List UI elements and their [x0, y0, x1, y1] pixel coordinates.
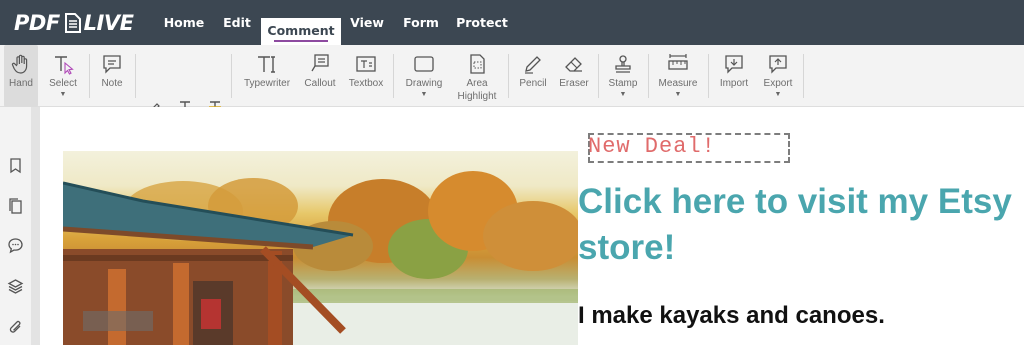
drawing-tool-button[interactable]: Drawing ▼ — [402, 45, 446, 107]
toolbar-divider — [135, 54, 136, 98]
photo-illustration — [63, 171, 578, 345]
tab-comment[interactable]: Comment — [261, 18, 341, 45]
app-logo[interactable]: PDF LIVE — [14, 11, 134, 35]
measure-tool-button[interactable]: Measure ▼ — [655, 45, 701, 107]
eraser-label: Eraser — [559, 78, 589, 89]
hand-icon — [11, 54, 28, 74]
export-comments-button[interactable]: Export ▼ — [759, 45, 797, 107]
comments-icon[interactable] — [7, 237, 24, 254]
logo-prefix: PDF — [14, 11, 60, 35]
text-select-icon — [55, 56, 74, 75]
toolbar-divider — [708, 54, 709, 98]
tab-edit[interactable]: Edit — [216, 0, 258, 45]
sidebar-resize-handle[interactable] — [31, 107, 40, 345]
measure-label: Measure — [658, 78, 698, 89]
toolbar-divider — [648, 54, 649, 98]
callout-label: Callout — [304, 78, 336, 89]
typewriter-icon — [258, 56, 275, 73]
tab-form[interactable]: Form — [398, 0, 444, 45]
document-subtext: I make kayaks and canoes. — [578, 302, 885, 329]
stamp-dropdown-caret[interactable]: ▼ — [620, 91, 627, 98]
textbox-tool-button[interactable]: Textbox — [346, 45, 386, 107]
callout-icon — [311, 54, 329, 72]
tab-view[interactable]: View — [345, 0, 389, 45]
eraser-tool-button[interactable]: Eraser — [556, 45, 592, 107]
drawing-dropdown-caret[interactable]: ▼ — [421, 91, 428, 98]
select-dropdown-caret[interactable]: ▼ — [60, 91, 67, 98]
area-highlight-tool-button[interactable]: Area Highlight — [454, 45, 500, 107]
layers-icon[interactable] — [7, 278, 24, 295]
pencil-icon — [525, 56, 541, 74]
callout-tool-button[interactable]: Callout — [300, 45, 340, 107]
comment-toolbar: Hand Select ▼ Note Typewriter Callout Te… — [0, 45, 1024, 141]
left-sidebar — [0, 107, 31, 345]
toolbar-divider — [231, 54, 232, 98]
stamp-icon — [615, 55, 631, 73]
toolbar-divider — [89, 54, 90, 98]
new-deal-annotation-text[interactable]: New Deal! — [588, 134, 716, 159]
headline-line-2: store! — [578, 228, 676, 267]
top-bar: PDF LIVE Home Edit Comment View Form Pro… — [0, 0, 1024, 45]
logo-suffix: LIVE — [83, 11, 134, 35]
tab-protect[interactable]: Protect — [452, 0, 512, 45]
export-dropdown-caret[interactable]: ▼ — [775, 91, 782, 98]
drawing-label: Drawing — [405, 78, 443, 89]
export-icon — [769, 55, 787, 74]
hand-tool-button[interactable]: Hand — [4, 45, 38, 107]
typewriter-tool-button[interactable]: Typewriter — [240, 45, 294, 107]
toolbar-divider — [803, 54, 804, 98]
textbox-label: Textbox — [348, 78, 384, 89]
pencil-tool-button[interactable]: Pencil — [516, 45, 550, 107]
stamp-tool-button[interactable]: Stamp ▼ — [605, 45, 641, 107]
note-label: Note — [101, 78, 123, 89]
headline-line-1: Click here to visit my Etsy — [578, 182, 1012, 221]
export-label: Export — [763, 78, 793, 89]
pencil-label: Pencil — [519, 78, 547, 89]
hand-label: Hand — [9, 78, 33, 89]
lake-boathouse-photo — [63, 151, 578, 345]
area-highlight-label-line1: Area — [466, 78, 488, 89]
import-comments-button[interactable]: Import — [715, 45, 753, 107]
bookmark-icon[interactable] — [7, 157, 24, 174]
toolbar-divider — [508, 54, 509, 98]
toolbar-divider — [393, 54, 394, 98]
logo-document-icon — [64, 13, 81, 33]
etsy-link-headline[interactable]: Click here to visit my Etsy store! — [578, 179, 1018, 271]
ruler-icon — [668, 54, 688, 70]
tab-home[interactable]: Home — [160, 0, 208, 45]
textbox-icon — [356, 56, 376, 72]
stamp-label: Stamp — [608, 78, 638, 89]
toolbar-divider — [598, 54, 599, 98]
typewriter-label: Typewriter — [243, 78, 291, 89]
measure-dropdown-caret[interactable]: ▼ — [675, 91, 682, 98]
note-icon — [103, 55, 121, 74]
import-icon — [725, 55, 743, 74]
area-highlight-icon — [470, 54, 485, 74]
shape-drawing-icon — [414, 56, 434, 72]
area-highlight-label-line2: Highlight — [457, 91, 497, 102]
select-label: Select — [49, 78, 77, 89]
import-label: Import — [719, 78, 749, 89]
select-tool-button[interactable]: Select ▼ — [44, 45, 82, 107]
pages-icon[interactable] — [7, 198, 24, 215]
eraser-icon — [565, 57, 582, 72]
note-tool-button[interactable]: Note — [94, 45, 130, 107]
attachment-icon[interactable] — [7, 319, 24, 336]
